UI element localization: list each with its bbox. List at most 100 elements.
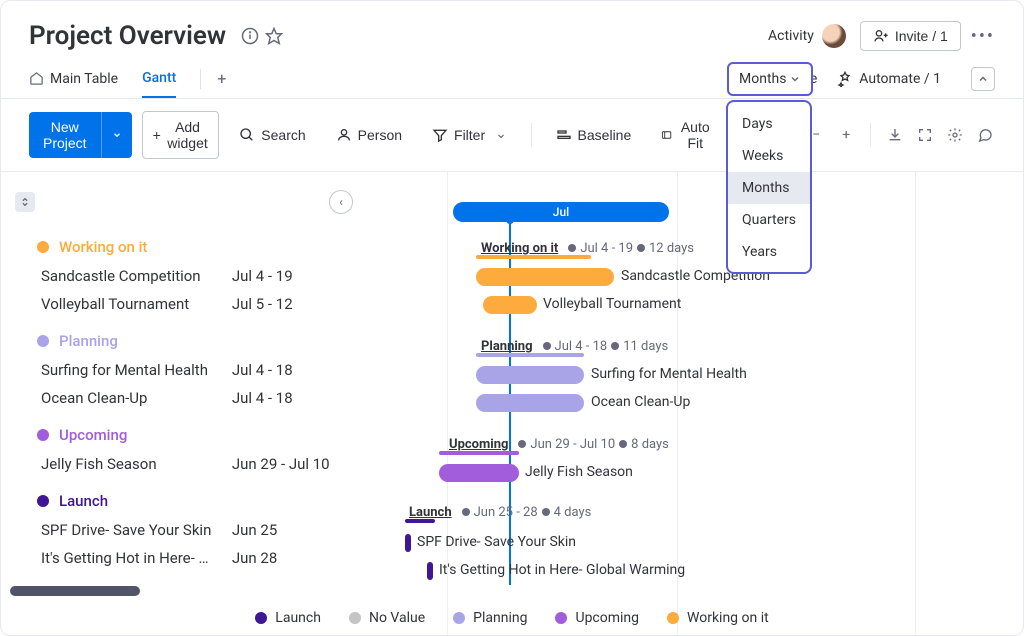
zoom-in-button[interactable]: + bbox=[836, 120, 856, 150]
group-summary-range: Jun 25 - 28 bbox=[474, 505, 538, 520]
group-header[interactable]: Upcoming bbox=[37, 418, 361, 450]
tab-gantt[interactable]: Gantt bbox=[142, 59, 176, 98]
group-name: Upcoming bbox=[59, 426, 127, 444]
group-summary-bar[interactable] bbox=[439, 451, 519, 455]
dot-separator-icon bbox=[611, 342, 619, 350]
legend-item: Working on it bbox=[667, 610, 769, 626]
legend-item: Upcoming bbox=[555, 610, 639, 626]
timescale-option-days[interactable]: Days bbox=[728, 108, 810, 140]
dot-separator-icon bbox=[518, 440, 526, 448]
task-row[interactable]: Ocean Clean-Up Jul 4 - 18 bbox=[37, 384, 361, 412]
status-dot bbox=[37, 241, 49, 253]
timescale-option-months[interactable]: Months bbox=[728, 172, 810, 204]
legend-item: Planning bbox=[453, 610, 527, 626]
gantt-bar[interactable] bbox=[439, 464, 519, 482]
gantt-panel[interactable]: Jul Working on it Jul 4 - 19 12 days San… bbox=[361, 172, 1023, 635]
add-tab-button[interactable]: + bbox=[200, 69, 226, 89]
automate-button[interactable]: Automate / 1 bbox=[837, 71, 941, 87]
more-menu-icon[interactable]: ••• bbox=[971, 26, 995, 47]
task-row[interactable]: It's Getting Hot in Here- Glob… Jun 28 bbox=[37, 544, 361, 572]
group-name: Launch bbox=[59, 492, 108, 510]
group-summary-bar[interactable] bbox=[476, 353, 584, 357]
export-icon[interactable] bbox=[885, 120, 905, 150]
gantt-bar-label: SPF Drive- Save Your Skin bbox=[417, 534, 576, 550]
avatar[interactable] bbox=[822, 24, 846, 48]
task-name: Sandcastle Competition bbox=[41, 267, 218, 285]
legend-item: No Value bbox=[349, 610, 425, 626]
gantt-bar[interactable] bbox=[427, 562, 433, 580]
group-summary-bar[interactable] bbox=[476, 255, 591, 259]
status-dot bbox=[37, 335, 49, 347]
group-name: Planning bbox=[59, 332, 118, 350]
gantt-bar-label: It's Getting Hot in Here- Global Warming bbox=[439, 562, 685, 578]
gantt-bar[interactable] bbox=[476, 394, 584, 412]
legend: Launch No Value Planning Upcoming Workin… bbox=[0, 610, 1024, 626]
task-row[interactable]: Jelly Fish Season Jun 29 - Jul 10 bbox=[37, 450, 361, 478]
add-widget-button[interactable]: + Add widget bbox=[142, 111, 220, 159]
month-label: Jul bbox=[453, 202, 669, 222]
dot-separator-icon bbox=[568, 244, 576, 252]
group-summary: Launch Jun 25 - 28 4 days bbox=[409, 501, 591, 523]
timescale-option-quarters[interactable]: Quarters bbox=[728, 204, 810, 236]
task-date: Jun 29 - Jul 10 bbox=[232, 455, 361, 473]
task-row[interactable]: Volleyball Tournament Jul 5 - 12 bbox=[37, 290, 361, 318]
info-icon[interactable] bbox=[240, 26, 260, 46]
timescale-selected-label: Months bbox=[739, 71, 786, 87]
tab-main-table[interactable]: Main Table bbox=[29, 59, 118, 98]
baseline-button[interactable]: Baseline bbox=[546, 120, 642, 150]
task-row[interactable]: Sandcastle Competition Jul 4 - 19 bbox=[37, 262, 361, 290]
timescale-dropdown: Months Days Weeks Months Quarters Years bbox=[726, 100, 812, 274]
star-icon[interactable] bbox=[264, 26, 284, 46]
new-project-button[interactable]: New Project bbox=[29, 112, 101, 158]
filter-button[interactable]: Filter bbox=[422, 120, 517, 151]
gantt-bar[interactable] bbox=[476, 366, 584, 384]
horizontal-scrollbar[interactable] bbox=[10, 586, 140, 596]
collapse-panel-button[interactable]: ‹ bbox=[329, 190, 353, 214]
dot-separator-icon bbox=[619, 440, 627, 448]
gantt-bar[interactable] bbox=[405, 534, 411, 552]
new-project-dropdown[interactable] bbox=[101, 112, 132, 158]
auto-fit-button[interactable]: Auto Fit bbox=[651, 112, 722, 158]
fullscreen-icon[interactable] bbox=[915, 120, 935, 150]
tab-gantt-label: Gantt bbox=[142, 70, 176, 86]
timescale-option-weeks[interactable]: Weeks bbox=[728, 140, 810, 172]
task-name: Ocean Clean-Up bbox=[41, 389, 218, 407]
home-icon bbox=[29, 71, 44, 86]
task-name: Surfing for Mental Health bbox=[41, 361, 218, 379]
search-button[interactable]: Search bbox=[229, 120, 315, 150]
task-date: Jul 4 - 19 bbox=[232, 267, 361, 285]
timescale-option-years[interactable]: Years bbox=[728, 236, 810, 268]
group-summary-duration: 4 days bbox=[554, 505, 592, 520]
task-name: SPF Drive- Save Your Skin bbox=[41, 521, 218, 539]
group-summary-duration: 8 days bbox=[631, 437, 669, 452]
dot-separator-icon bbox=[637, 244, 645, 252]
dot-separator-icon bbox=[462, 508, 470, 516]
auto-fit-label: Auto Fit bbox=[678, 119, 712, 151]
group-name: Working on it bbox=[59, 238, 147, 256]
group-header[interactable]: Working on it bbox=[37, 230, 361, 262]
group-summary-bar[interactable] bbox=[405, 519, 435, 523]
task-row[interactable]: SPF Drive- Save Your Skin Jun 25 bbox=[37, 516, 361, 544]
collapse-all-button[interactable] bbox=[15, 192, 35, 212]
invite-button[interactable]: Invite / 1 bbox=[860, 21, 961, 51]
collapse-header-button[interactable] bbox=[971, 67, 995, 91]
group-summary-duration: 11 days bbox=[623, 339, 668, 354]
comment-icon[interactable] bbox=[975, 120, 995, 150]
gantt-bar[interactable] bbox=[483, 296, 537, 314]
group-summary-range: Jul 4 - 18 bbox=[555, 339, 608, 354]
filter-label: Filter bbox=[454, 127, 485, 143]
person-label: Person bbox=[358, 127, 402, 143]
gantt-bar-label: Ocean Clean-Up bbox=[591, 394, 690, 410]
timescale-select[interactable]: Months bbox=[727, 62, 813, 96]
person-button[interactable]: Person bbox=[326, 120, 412, 150]
group-header[interactable]: Planning bbox=[37, 324, 361, 356]
activity-label[interactable]: Activity bbox=[768, 28, 814, 44]
settings-icon[interactable] bbox=[945, 120, 965, 150]
task-row[interactable]: Surfing for Mental Health Jul 4 - 18 bbox=[37, 356, 361, 384]
group-header[interactable]: Launch bbox=[37, 484, 361, 516]
automate-label: Automate / 1 bbox=[859, 71, 941, 87]
gantt-bar[interactable] bbox=[476, 268, 614, 286]
status-dot bbox=[37, 429, 49, 441]
plus-icon: + bbox=[153, 127, 161, 143]
task-name: Jelly Fish Season bbox=[41, 455, 218, 473]
